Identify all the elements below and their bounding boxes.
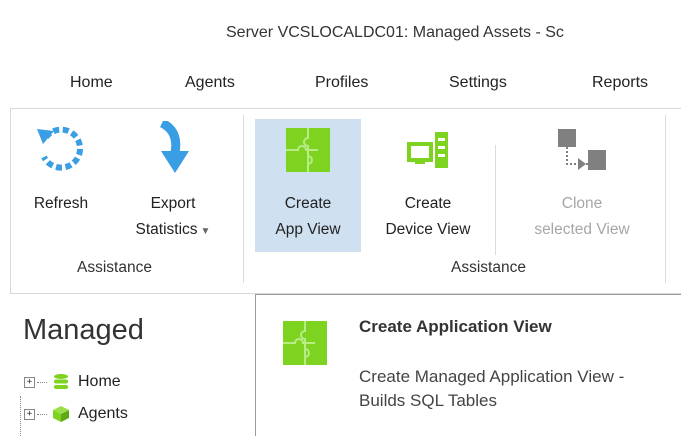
create-app-view-label-1: Create [284,195,332,212]
refresh-label: Refresh [33,195,89,212]
expand-icon[interactable]: + [24,376,35,388]
create-device-view-label-1: Create [404,195,452,212]
menu-bar: Home Agents Profiles Settings Reports [0,64,681,104]
menu-profiles[interactable]: Profiles [315,74,368,92]
export-statistics-button[interactable]: Export Statistics ▼ [115,119,231,252]
refresh-icon [25,119,97,181]
group-separator-right [665,115,666,283]
tree-connector [37,381,47,383]
clone-view-label-2: selected View [534,221,630,238]
group-separator [243,115,244,283]
export-label-2: Statistics ▼ [135,221,211,238]
refresh-button[interactable]: Refresh [25,119,97,252]
pane-title: Managed [23,314,144,346]
ribbon: Refresh Export Statistics ▼ Assistance Cr… [10,108,681,294]
tree-item-label: Home [78,373,121,390]
create-device-view-button[interactable]: Create Device View [367,119,489,252]
menu-home[interactable]: Home [70,74,113,92]
group-label-assistance-1: Assistance [77,259,152,276]
tree-guide-line [20,396,21,436]
clone-view-label-1: Clone [561,195,603,212]
tooltip-description: Create Managed Application View - Builds… [359,367,625,410]
dropdown-arrow-icon[interactable]: ▼ [201,226,211,237]
device-icon [367,119,489,181]
puzzle-icon [255,119,361,181]
create-app-view-button[interactable]: Create App View [255,119,361,252]
create-device-view-label-2: Device View [385,221,471,238]
export-arrow-icon [115,119,231,181]
tree-item-home[interactable]: + Home [24,370,121,394]
tooltip-title: Create Application View [359,317,552,336]
clone-view-button[interactable]: Clone selected View [505,119,659,252]
menu-agents[interactable]: Agents [185,74,235,92]
tooltip: Create Application View Create Managed A… [255,294,681,436]
tree-connector [37,413,47,415]
group-label-assistance-2: Assistance [451,259,526,276]
tree-item-agents[interactable]: + Agents [24,402,128,426]
menu-reports[interactable]: Reports [592,74,648,92]
menu-settings[interactable]: Settings [449,74,507,92]
database-icon [52,373,70,391]
window-title: Server VCSLOCALDC01: Managed Assets - Sc [226,24,564,41]
expand-icon[interactable]: + [24,408,35,420]
puzzle-icon [281,319,329,372]
create-app-view-label-2: App View [275,221,341,238]
navigation-pane: Managed + Home + Agents [10,300,250,436]
clone-icon [505,119,659,181]
export-label-1: Export [150,195,196,212]
cube-icon [52,405,70,423]
button-separator [495,145,496,255]
tree-item-label: Agents [78,405,128,422]
title-bar: Server VCSLOCALDC01: Managed Assets - Sc [0,0,681,64]
